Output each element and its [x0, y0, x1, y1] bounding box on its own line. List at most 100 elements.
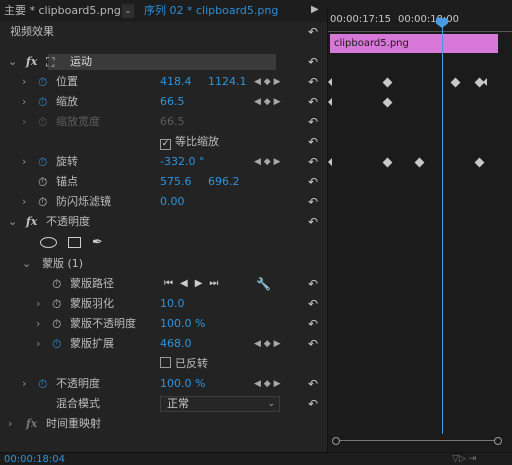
time-ruler[interactable]: 00:00:17:15 00:00:18:00	[328, 10, 512, 32]
checkbox-checked-icon[interactable]: ✓	[160, 139, 171, 150]
expand-chevron-icon[interactable]: ›	[8, 414, 12, 434]
ellipse-mask-icon[interactable]	[40, 237, 57, 248]
tab-master[interactable]: 主要 * clipboard5.png	[4, 3, 121, 19]
stopwatch-icon[interactable]: ⏱	[38, 72, 47, 92]
expand-chevron-icon[interactable]: ›	[22, 374, 26, 394]
transform-box-icon[interactable]: ⛶	[46, 52, 54, 72]
reset-icon[interactable]: ↶	[306, 297, 320, 311]
stopwatch-icon[interactable]: ⏱	[38, 172, 47, 192]
checkbox-unchecked-icon[interactable]	[160, 357, 171, 368]
keyframe-half-icon[interactable]	[328, 158, 332, 166]
mask-group[interactable]: ⌄ 蒙版 (1)	[0, 254, 327, 274]
reset-icon[interactable]: ↶	[306, 115, 320, 129]
keyframe-icon[interactable]	[474, 157, 485, 168]
reset-icon[interactable]: ↶	[306, 337, 320, 351]
stopwatch-icon[interactable]: ⏱	[38, 92, 47, 112]
mask-opacity-value[interactable]: 100.0 %	[160, 314, 205, 334]
keyframe-timeline[interactable]: 00:00:17:15 00:00:18:00 clipboard5.png	[327, 10, 512, 452]
reset-icon[interactable]: ↶	[306, 95, 320, 109]
expand-chevron-icon[interactable]: ›	[36, 294, 40, 314]
keyframe-nav[interactable]: ◀ ◆ ▶	[254, 72, 281, 92]
keyframe-icon[interactable]	[382, 97, 393, 108]
collapse-chevron-icon[interactable]: ⌄	[22, 254, 31, 274]
reset-icon[interactable]: ↶	[306, 75, 320, 89]
keyframe-nav[interactable]: ◀ ◆ ▶	[254, 334, 281, 354]
property-blend-mode: 混合模式 正常 ⌄ ↶	[0, 394, 327, 414]
play-only-button[interactable]: ▶	[311, 4, 319, 15]
mask-feather-value[interactable]: 10.0	[160, 294, 185, 314]
reset-icon[interactable]: ↶	[306, 397, 320, 411]
blend-mode-dropdown[interactable]: 正常 ⌄	[160, 396, 280, 412]
stopwatch-icon[interactable]: ⏱	[38, 374, 47, 394]
keyframe-icon[interactable]	[382, 77, 393, 88]
opacity-value[interactable]: 100.0 %	[160, 374, 205, 394]
tab-sequence[interactable]: 序列 02 * clipboard5.png	[144, 3, 278, 19]
expand-chevron-icon[interactable]: ›	[22, 192, 26, 212]
reset-icon[interactable]: ↶	[306, 377, 320, 391]
uniform-scale-checkbox[interactable]: ✓ 等比缩放	[160, 132, 219, 152]
clip-bar[interactable]: clipboard5.png	[330, 34, 498, 53]
rectangle-mask-icon[interactable]	[68, 237, 81, 248]
filter-icon[interactable]: ▽▷	[452, 454, 466, 464]
playhead-line[interactable]	[442, 24, 443, 434]
reset-icon[interactable]: ↶	[306, 317, 320, 331]
stopwatch-icon[interactable]: ⏱	[52, 294, 61, 314]
fx-badge-icon[interactable]: fx	[26, 52, 37, 72]
timeline-zoom-scrollbar[interactable]	[332, 437, 506, 445]
stopwatch-icon[interactable]: ⏱	[52, 314, 61, 334]
reset-icon[interactable]: ↶	[306, 155, 320, 169]
keyframe-icon[interactable]	[414, 157, 425, 168]
keyframe-half-icon[interactable]	[328, 98, 332, 106]
collapse-chevron-icon[interactable]: ⌄	[8, 52, 17, 72]
pen-mask-icon[interactable]: ✒	[92, 233, 103, 253]
property-label: 蒙版不透明度	[70, 317, 136, 330]
collapse-chevron-icon[interactable]: ⌄	[8, 212, 17, 232]
reset-icon[interactable]: ↶	[306, 135, 320, 149]
expand-chevron-icon[interactable]: ›	[36, 314, 40, 334]
inverted-checkbox[interactable]: 已反转	[160, 354, 208, 374]
reset-icon[interactable]: ↶	[306, 55, 320, 69]
reset-icon[interactable]: ↶	[306, 25, 320, 39]
effect-motion[interactable]: ⌄ fx ⛶ 运动 ↶	[0, 52, 327, 72]
expand-chevron-icon[interactable]: ›	[36, 334, 40, 354]
fx-badge-icon[interactable]: fx	[26, 212, 37, 232]
scale-value[interactable]: 66.5	[160, 92, 185, 112]
reset-icon[interactable]: ↶	[306, 277, 320, 291]
mask-track-controls[interactable]: ⏮◀▶⏭	[164, 274, 225, 294]
wrench-icon[interactable]: 🔧	[256, 274, 271, 294]
keyframe-half-icon[interactable]	[483, 78, 487, 86]
reset-icon[interactable]: ↶	[306, 215, 320, 229]
stopwatch-icon[interactable]: ⏱	[52, 274, 61, 294]
anchor-x-value[interactable]: 575.6	[160, 172, 192, 192]
stopwatch-icon[interactable]: ⏱	[52, 334, 61, 354]
stopwatch-icon[interactable]: ⏱	[38, 192, 47, 212]
expand-chevron-icon[interactable]: ›	[22, 72, 26, 92]
keyframe-icon[interactable]	[474, 77, 485, 88]
keyframe-nav[interactable]: ◀ ◆ ▶	[254, 374, 281, 394]
anti-flicker-value[interactable]: 0.00	[160, 192, 185, 212]
reset-icon[interactable]: ↶	[306, 195, 320, 209]
export-icon[interactable]: ⇥	[469, 454, 477, 464]
keyframe-nav[interactable]: ◀ ◆ ▶	[254, 92, 281, 112]
scrollbar-handle-right[interactable]	[494, 437, 502, 445]
rotation-value[interactable]: -332.0 °	[160, 152, 204, 172]
keyframe-half-icon[interactable]	[328, 78, 332, 86]
mask-expansion-value[interactable]: 468.0	[160, 334, 192, 354]
property-label: 缩放	[56, 95, 78, 108]
scrollbar-handle-left[interactable]	[332, 437, 340, 445]
current-timecode[interactable]: 00:00:18:04	[4, 453, 65, 465]
effect-time-remap[interactable]: › fx 时间重映射	[0, 414, 327, 434]
position-y-value[interactable]: 1124.1	[208, 72, 247, 92]
stopwatch-icon[interactable]: ⏱	[38, 152, 47, 172]
keyframe-nav[interactable]: ◀ ◆ ▶	[254, 152, 281, 172]
footer-buttons[interactable]: ▽▷ ⇥	[452, 453, 476, 465]
expand-chevron-icon[interactable]: ›	[22, 92, 26, 112]
expand-chevron-icon[interactable]: ›	[22, 152, 26, 172]
keyframe-icon[interactable]	[382, 157, 393, 168]
anchor-y-value[interactable]: 696.2	[208, 172, 240, 192]
effect-opacity[interactable]: ⌄ fx 不透明度 ↶	[0, 212, 327, 232]
keyframe-icon[interactable]	[450, 77, 461, 88]
reset-icon[interactable]: ↶	[306, 175, 320, 189]
position-x-value[interactable]: 418.4	[160, 72, 192, 92]
master-clip-dropdown-button[interactable]: ⌄	[122, 4, 134, 18]
